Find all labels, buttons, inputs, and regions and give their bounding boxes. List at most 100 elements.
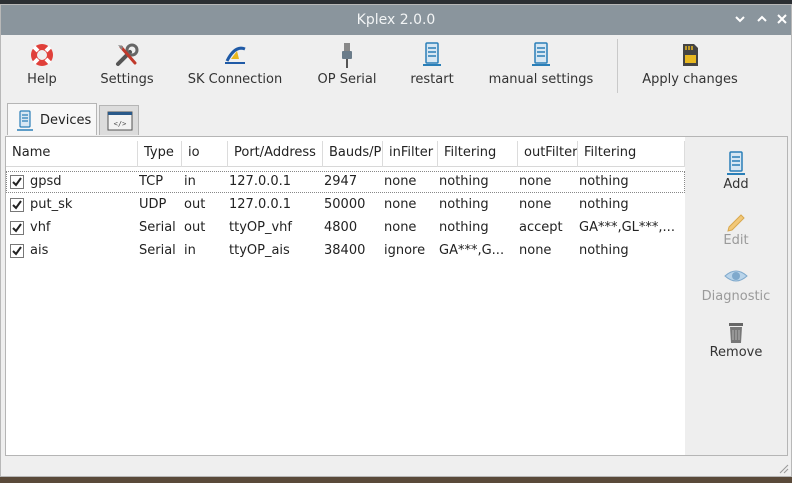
tab-devices-label: Devices [40,113,92,128]
settings-button[interactable]: Settings [93,35,161,97]
device-add-icon [727,151,745,175]
diagnostic-button[interactable]: Diagnostic [685,255,787,307]
column-header-io[interactable]: io [182,141,228,167]
apply-changes-button[interactable]: Apply changes [637,35,743,97]
cell-port: 127.0.0.1 [229,174,292,189]
table-row[interactable]: put_sk UDP out 127.0.0.1 50000 none noth… [6,194,685,216]
column-header-infilter[interactable]: inFilter [383,141,438,167]
title-bar[interactable]: Kplex 2.0.0 [1,5,791,35]
row-checkbox[interactable] [10,175,24,189]
cell-bauds: 2947 [324,174,358,189]
cell-in-filtering: nothing [439,220,489,235]
tab-code[interactable]: </> [99,105,139,135]
add-label: Add [723,177,749,192]
cell-infilter: none [384,197,417,212]
row-checkbox[interactable] [10,221,24,235]
tools-icon [116,43,139,66]
cell-in-filtering: nothing [439,174,489,189]
cell-infilter: none [384,174,417,189]
row-checkbox[interactable] [10,244,24,258]
manual-settings-label: manual settings [488,72,594,87]
remove-label: Remove [709,345,763,360]
table-row[interactable]: vhf Serial out ttyOP_vhf 4800 none nothi… [6,217,685,239]
table-row[interactable]: ais Serial in ttyOP_ais 38400 ignore GA*… [6,240,685,262]
desktop-background [0,477,792,483]
cell-io: out [184,220,206,235]
column-header-port[interactable]: Port/Address [228,141,323,167]
cell-outfilter: none [519,243,552,258]
column-header-bauds[interactable]: Bauds/P [323,141,383,167]
pencil-icon [727,214,745,232]
cell-type: Serial [139,220,176,235]
cell-bauds: 38400 [324,243,366,258]
cell-io: in [184,243,196,258]
cell-out-filtering: nothing [579,174,629,189]
column-header-type[interactable]: Type [138,141,182,167]
cell-infilter: ignore [384,243,426,258]
app-window: Kplex 2.0.0 Help Settings SK Connection … [0,4,792,477]
edit-button[interactable]: Edit [685,199,787,251]
cell-infilter: none [384,220,417,235]
cell-name: ais [30,243,49,258]
remove-button[interactable]: Remove [685,311,787,363]
code-icon: </> [107,111,133,131]
sd-card-icon [683,44,698,66]
device-icon [532,42,550,66]
edit-label: Edit [723,233,749,248]
tab-devices[interactable]: Devices [7,103,97,135]
device-actions-sidebar: Add Edit Diagnostic Remove [685,137,787,455]
cell-port: ttyOP_vhf [229,220,292,235]
restart-label: restart [410,72,454,87]
toolbar-separator [617,39,618,93]
add-button[interactable]: Add [685,143,787,195]
window-menu-icon[interactable] [730,9,750,29]
cell-port: 127.0.0.1 [229,197,292,212]
op-serial-label: OP Serial [317,72,377,87]
cell-io: in [184,174,196,189]
signalk-icon [225,46,246,64]
column-header-out-filtering[interactable]: Filtering [578,141,685,167]
column-header-in-filtering[interactable]: Filtering [438,141,518,167]
sk-connection-button[interactable]: SK Connection [183,35,287,97]
cell-type: TCP [139,174,164,189]
devices-table: Name Type io Port/Address Bauds/P inFilt… [6,137,685,455]
help-button[interactable]: Help [15,35,69,97]
settings-label: Settings [100,72,154,87]
cell-io: out [184,197,206,212]
close-icon[interactable] [772,9,792,29]
column-header-name[interactable]: Name [6,141,138,167]
trash-icon [729,323,743,343]
table-header: Name Type io Port/Address Bauds/P inFilt… [6,141,685,167]
op-serial-button[interactable]: OP Serial [311,35,383,97]
table-row[interactable]: gpsd TCP in 127.0.0.1 2947 none nothing … [6,171,685,193]
devices-panel: Name Type io Port/Address Bauds/P inFilt… [5,136,788,456]
toolbar: Help Settings SK Connection OP Serial re… [1,35,791,99]
resize-grip-icon[interactable] [777,462,789,474]
device-icon [423,42,441,66]
cell-type: UDP [139,197,167,212]
column-header-outfilter[interactable]: outFilter [518,141,578,167]
cell-outfilter: none [519,174,552,189]
device-icon [17,110,33,131]
lifebuoy-icon [31,44,53,66]
cell-name: vhf [30,220,51,235]
cell-in-filtering: nothing [439,197,489,212]
cell-name: gpsd [30,174,62,189]
cell-bauds: 50000 [324,197,366,212]
row-checkbox[interactable] [10,198,24,212]
usb-plug-icon [342,43,352,68]
window-title: Kplex 2.0.0 [356,12,436,28]
help-label: Help [27,72,57,87]
tab-bar: Devices </> [5,103,785,137]
manual-settings-button[interactable]: manual settings [485,35,597,97]
cell-bauds: 4800 [324,220,358,235]
cell-outfilter: none [519,197,552,212]
svg-text:</>: </> [114,120,127,128]
restart-button[interactable]: restart [405,35,459,97]
cell-name: put_sk [30,197,73,212]
cell-in-filtering: GA***,G... [439,243,505,258]
diagnostic-label: Diagnostic [701,289,771,304]
maximize-icon[interactable] [752,9,772,29]
sk-connection-label: SK Connection [187,72,283,87]
eye-icon [724,270,748,282]
